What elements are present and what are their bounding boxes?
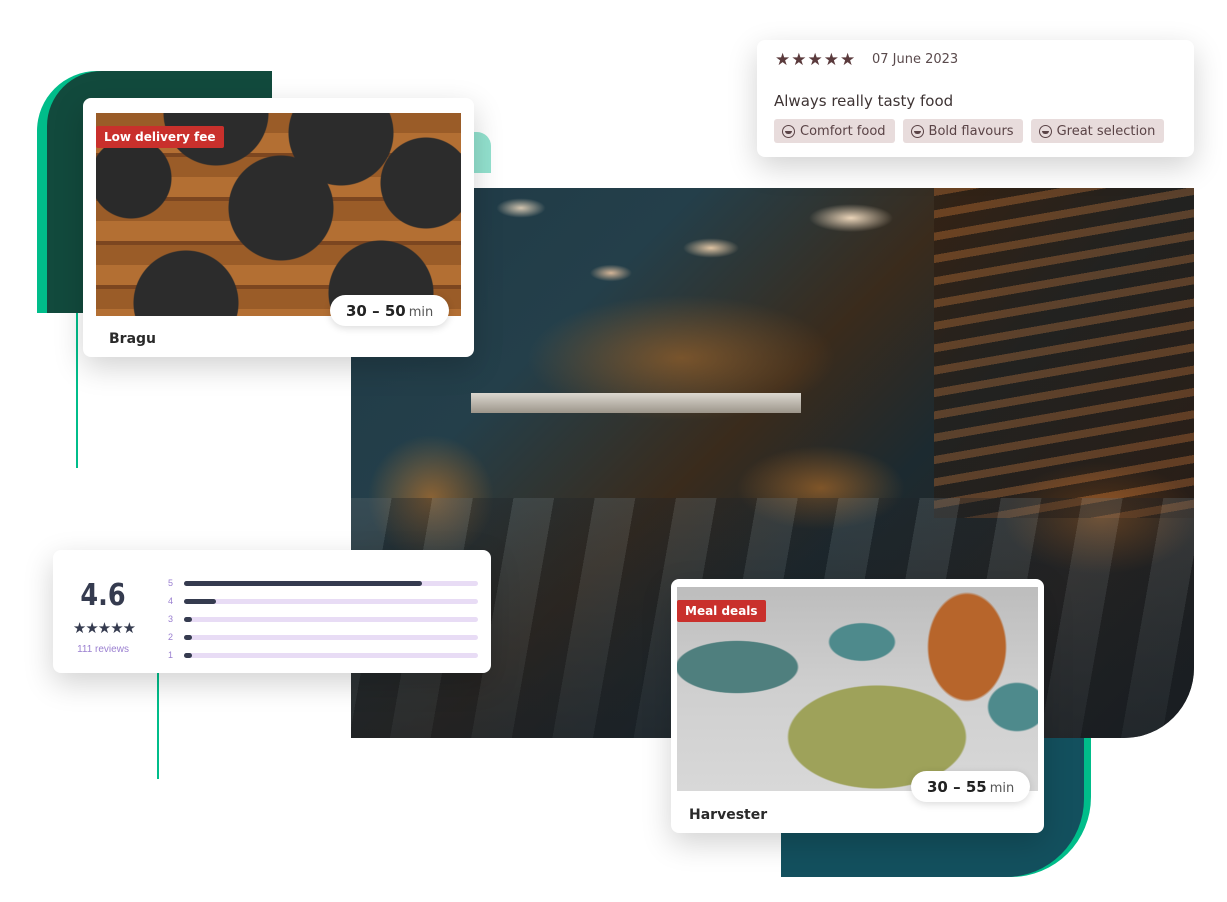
rating-row-label: 3: [168, 614, 174, 624]
rating-row-1: 1: [168, 646, 478, 664]
decor-line: [76, 313, 78, 468]
delivery-time-pill: 30 – 50 min: [330, 295, 450, 326]
restaurant-name: Harvester: [689, 807, 768, 823]
rating-bar-track: [184, 598, 478, 604]
rating-row-label: 2: [168, 632, 174, 642]
rating-row-label: 1: [168, 650, 174, 660]
rating-row-5: 5: [168, 574, 478, 592]
rating-bar-track: [184, 580, 478, 586]
rating-bar-fill: [184, 598, 217, 604]
review-stars: ★★★★★: [775, 50, 857, 69]
review-date: 07 June 2023: [872, 52, 959, 67]
rating-row-3: 3: [168, 610, 478, 628]
rating-bar-fill: [184, 616, 192, 622]
review-tag: Bold flavours: [902, 119, 1023, 143]
smiley-icon: [1038, 124, 1052, 138]
delivery-time-unit: min: [408, 305, 434, 320]
review-tag: Great selection: [1030, 119, 1165, 143]
rating-bar-track: [184, 652, 478, 658]
counter: [471, 393, 801, 413]
rating-bar-fill: [184, 652, 192, 658]
review-tags: Comfort food Bold flavours Great selecti…: [774, 119, 1165, 143]
average-stars: ★★★★★: [72, 620, 136, 637]
rating-row-4: 4: [168, 592, 478, 610]
rating-bar-fill: [184, 580, 423, 586]
delivery-time-pill: 30 – 55 min: [911, 771, 1031, 802]
review-card: ★★★★★ 07 June 2023 Always really tasty f…: [757, 40, 1194, 157]
restaurant-card-harvester[interactable]: Meal deals 30 – 55 min Harvester: [671, 579, 1044, 833]
review-text: Always really tasty food: [774, 92, 954, 110]
staircase: [934, 188, 1194, 518]
reviews-count: 111 reviews: [77, 644, 129, 655]
smiley-icon: [782, 124, 795, 138]
average-score: 4.6: [80, 578, 126, 613]
decor-line: [157, 672, 159, 779]
restaurant-name: Bragu: [109, 331, 157, 347]
rating-row-label: 5: [168, 578, 174, 588]
review-tag: Comfort food: [774, 119, 895, 143]
review-tag-label: Great selection: [1056, 123, 1156, 139]
review-tag-label: Bold flavours: [928, 123, 1014, 139]
delivery-time-range: 30 – 55: [927, 778, 987, 796]
rating-row-2: 2: [168, 628, 478, 646]
rating-bar-fill: [184, 634, 192, 640]
smiley-icon: [910, 124, 924, 138]
rating-bar-track: [184, 634, 478, 640]
decor-mint-shape: [474, 132, 491, 173]
promo-badge: Meal deals: [677, 600, 766, 622]
rating-distribution: 5 4 3 2 1: [168, 574, 478, 664]
restaurant-card-bragu[interactable]: Low delivery fee 30 – 50 min Bragu: [83, 98, 474, 357]
delivery-time-unit: min: [989, 781, 1015, 796]
rating-summary-card: 4.6 ★★★★★ 111 reviews 5 4 3 2 1: [53, 550, 491, 673]
rating-row-label: 4: [168, 596, 174, 606]
delivery-time-range: 30 – 50: [346, 302, 406, 320]
promo-badge: Low delivery fee: [96, 126, 224, 148]
review-tag-label: Comfort food: [800, 123, 886, 139]
rating-bar-track: [184, 616, 478, 622]
